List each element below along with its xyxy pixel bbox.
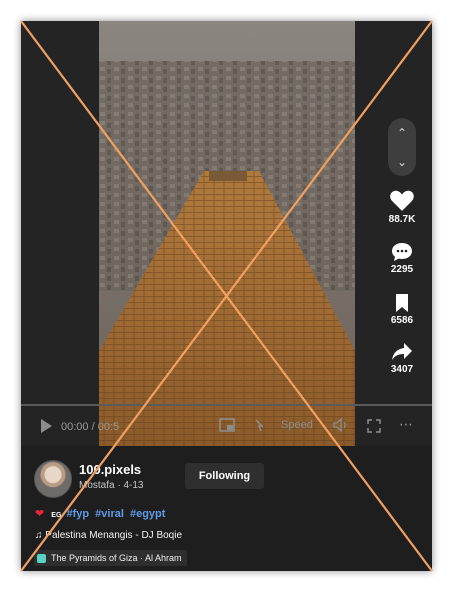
share-count: 3407	[390, 364, 414, 375]
play-icon[interactable]	[39, 418, 53, 434]
more-options-icon[interactable]: ⋯	[399, 416, 414, 433]
speed-button[interactable]: Speed	[281, 419, 313, 431]
location-pin-icon	[37, 553, 46, 563]
picture-in-picture-icon[interactable]	[219, 418, 235, 432]
bookmark-action[interactable]: 6586	[378, 293, 426, 326]
video-player[interactable]: ⌃ ⌄ 88.7K 2295 6586 3407 00:00 / 00:5 Sp…	[21, 21, 432, 446]
chevron-up-icon[interactable]: ⌃	[397, 126, 407, 140]
player-controls: 00:00 / 00:5 Speed ⋯	[21, 404, 432, 446]
video-caption: ❤ EG #fyp #viral #egypt	[35, 507, 168, 520]
music-link[interactable]: ♫ Palestina Menangis - DJ Boqie	[35, 530, 182, 541]
like-action[interactable]: 88.7K	[378, 188, 426, 225]
video-info-panel: 100.pixels Mostafa · 4-13 Following ❤ EG…	[21, 446, 432, 571]
avatar[interactable]	[34, 460, 72, 498]
following-button[interactable]: Following	[185, 463, 264, 489]
hashtag-link[interactable]: #fyp	[66, 508, 89, 520]
video-navigation: ⌃ ⌄	[388, 118, 416, 176]
comment-action[interactable]: 2295	[378, 242, 426, 275]
music-title: Palestina Menangis - DJ Boqie	[45, 530, 183, 541]
author-username[interactable]: 100.pixels	[79, 462, 141, 477]
volume-icon[interactable]	[333, 418, 351, 432]
heart-icon[interactable]	[389, 188, 415, 212]
comment-count: 2295	[390, 264, 414, 275]
heart-emoji-icon: ❤	[35, 508, 45, 520]
hashtag-link[interactable]: #egypt	[130, 508, 165, 520]
author-subline: Mostafa · 4-13	[79, 480, 144, 491]
comment-icon[interactable]	[391, 242, 413, 262]
share-action[interactable]: 3407	[378, 342, 426, 375]
chevron-down-icon[interactable]: ⌄	[397, 155, 407, 169]
share-icon[interactable]	[391, 342, 413, 362]
like-count: 88.7K	[388, 214, 416, 225]
bookmark-count: 6586	[390, 315, 414, 326]
caption-prefix: EG	[51, 512, 62, 519]
location-label: The Pyramids of Giza · Al Ahram	[51, 553, 182, 563]
autoscroll-icon[interactable]	[253, 418, 269, 432]
video-card: ⌃ ⌄ 88.7K 2295 6586 3407 00:00 / 00:5 Sp…	[21, 21, 432, 571]
pyramid-video-image	[99, 21, 355, 446]
playback-time: 00:00 / 00:5	[61, 421, 120, 433]
location-tag[interactable]: The Pyramids of Giza · Al Ahram	[34, 550, 187, 566]
music-note-icon: ♫	[35, 530, 43, 541]
fullscreen-icon[interactable]	[367, 419, 381, 433]
progress-bar[interactable]	[21, 404, 432, 406]
video-frame[interactable]	[99, 21, 355, 446]
bookmark-icon[interactable]	[394, 293, 410, 313]
hashtag-link[interactable]: #viral	[95, 508, 124, 520]
